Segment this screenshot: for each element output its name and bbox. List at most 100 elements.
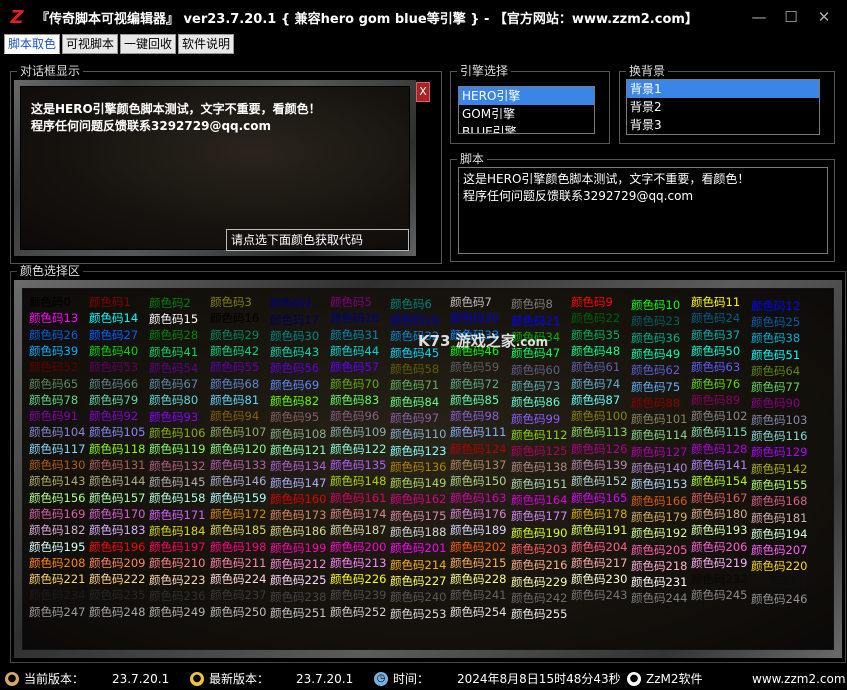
color-code-item[interactable]: 颜色码45	[390, 346, 439, 360]
color-code-item[interactable]: 颜色码148	[330, 474, 386, 488]
color-code-item[interactable]: 颜色码197	[149, 540, 205, 554]
color-code-item[interactable]: 颜色码1	[89, 295, 131, 309]
color-code-item[interactable]: 颜色码145	[149, 475, 205, 489]
color-code-item[interactable]: 颜色码102	[691, 409, 747, 423]
color-code-item[interactable]: 颜色码113	[571, 425, 627, 439]
color-code-item[interactable]: 颜色码20	[450, 311, 499, 325]
maximize-button[interactable]: ☐	[776, 6, 806, 28]
color-code-item[interactable]: 颜色码18	[330, 311, 379, 325]
engine-listbox[interactable]: HERO引擎 GOM引擎 BLUE引擎	[458, 86, 595, 134]
color-code-item[interactable]: 颜色码195	[29, 540, 85, 554]
color-code-item[interactable]: 颜色码24	[691, 311, 740, 325]
color-code-item[interactable]: 颜色码25	[751, 315, 800, 329]
color-code-item[interactable]: 颜色码207	[751, 543, 807, 557]
color-code-item[interactable]: 颜色码222	[89, 572, 145, 586]
color-code-item[interactable]: 颜色码70	[330, 377, 379, 391]
color-code-item[interactable]: 颜色码132	[149, 459, 205, 473]
color-code-item[interactable]: 颜色码97	[390, 411, 439, 425]
color-code-item[interactable]: 颜色码71	[390, 378, 439, 392]
color-code-item[interactable]: 颜色码187	[330, 523, 386, 537]
color-code-item[interactable]: 颜色码83	[330, 393, 379, 407]
color-code-item[interactable]: 颜色码37	[691, 328, 740, 342]
color-code-item[interactable]: 颜色码168	[751, 494, 807, 508]
color-code-item[interactable]: 颜色码80	[149, 393, 198, 407]
color-code-item[interactable]: 颜色码3	[210, 295, 252, 309]
color-code-item[interactable]: 颜色码245	[691, 588, 747, 602]
color-code-item[interactable]: 颜色码78	[29, 393, 78, 407]
color-code-item[interactable]: 颜色码215	[450, 556, 506, 570]
color-code-item[interactable]: 颜色码61	[571, 360, 620, 374]
color-code-item[interactable]: 颜色码189	[450, 523, 506, 537]
color-code-item[interactable]: 颜色码101	[631, 412, 687, 426]
color-code-item[interactable]: 颜色码68	[210, 377, 259, 391]
color-code-item[interactable]: 颜色码253	[390, 607, 446, 621]
color-code-item[interactable]: 颜色码87	[571, 393, 620, 407]
color-code-item[interactable]: 颜色码127	[631, 445, 687, 459]
color-code-item[interactable]: 颜色码36	[631, 331, 680, 345]
color-code-item[interactable]: 颜色码175	[390, 509, 446, 523]
color-code-item[interactable]: 颜色码235	[89, 588, 145, 602]
color-code-item[interactable]: 颜色码2	[149, 296, 191, 310]
color-code-item[interactable]: 颜色码81	[210, 393, 259, 407]
color-code-item[interactable]: 颜色码76	[691, 377, 740, 391]
color-code-item[interactable]: 颜色码75	[631, 380, 680, 394]
color-code-item[interactable]: 颜色码186	[270, 524, 326, 538]
color-code-item[interactable]: 颜色码21	[511, 314, 560, 328]
color-code-item[interactable]: 颜色码112	[511, 428, 567, 442]
color-code-item[interactable]: 颜色码247	[29, 605, 85, 619]
website-label[interactable]: www.zzm2.com	[752, 672, 846, 686]
color-code-item[interactable]: 颜色码147	[270, 476, 326, 490]
color-code-item[interactable]: 颜色码119	[149, 442, 205, 456]
color-code-item[interactable]: 颜色码120	[210, 442, 266, 456]
color-code-item[interactable]: 颜色码46	[450, 344, 499, 358]
color-code-item[interactable]: 颜色码65	[29, 377, 78, 391]
color-code-item[interactable]: 颜色码134	[270, 459, 326, 473]
color-code-item[interactable]: 颜色码161	[330, 491, 386, 505]
color-code-item[interactable]: 颜色码53	[89, 360, 138, 374]
color-code-item[interactable]: 颜色码128	[691, 442, 747, 456]
color-code-item[interactable]: 颜色码86	[511, 395, 560, 409]
color-code-item[interactable]: 颜色码107	[210, 425, 266, 439]
color-code-item[interactable]: 颜色码173	[270, 508, 326, 522]
tab-recycle[interactable]: 一键回收	[120, 34, 177, 54]
color-code-item[interactable]: 颜色码85	[450, 393, 499, 407]
color-code-item[interactable]: 颜色码130	[29, 458, 85, 472]
color-code-item[interactable]: 颜色码165	[571, 491, 627, 505]
color-code-item[interactable]: 颜色码248	[89, 605, 145, 619]
color-code-item[interactable]: 颜色码58	[390, 362, 439, 376]
color-code-item[interactable]: 颜色码240	[390, 590, 446, 604]
color-code-item[interactable]: 颜色码54	[149, 361, 198, 375]
color-code-item[interactable]: 颜色码39	[29, 344, 78, 358]
color-code-item[interactable]: 颜色码116	[751, 429, 807, 443]
color-code-item[interactable]: 颜色码40	[89, 344, 138, 358]
color-code-item[interactable]: 颜色码157	[89, 491, 145, 505]
color-code-item[interactable]: 颜色码167	[691, 491, 747, 505]
color-code-item[interactable]: 颜色码30	[270, 329, 319, 343]
color-code-item[interactable]: 颜色码110	[390, 427, 446, 441]
color-code-item[interactable]: 颜色码219	[691, 556, 747, 570]
color-code-item[interactable]: 颜色码163	[450, 491, 506, 505]
color-code-item[interactable]: 颜色码100	[571, 409, 627, 423]
color-code-item[interactable]: 颜色码90	[751, 396, 800, 410]
color-code-item[interactable]: 颜色码226	[330, 572, 386, 586]
color-code-item[interactable]: 颜色码60	[511, 363, 560, 377]
color-code-item[interactable]: 颜色码123	[390, 444, 446, 458]
color-code-item[interactable]: 颜色码44	[330, 344, 379, 358]
color-code-item[interactable]: 颜色码196	[89, 540, 145, 554]
color-code-item[interactable]: 颜色码230	[571, 572, 627, 586]
engine-option-gom[interactable]: GOM引擎	[459, 105, 594, 123]
background-option-1[interactable]: 背景1	[627, 80, 819, 98]
tab-visual-script[interactable]: 可视脚本	[62, 34, 119, 54]
color-code-item[interactable]: 颜色码183	[89, 523, 145, 537]
color-code-item[interactable]: 颜色码139	[571, 458, 627, 472]
color-code-item[interactable]: 颜色码182	[29, 523, 85, 537]
color-code-item[interactable]: 颜色码199	[270, 541, 326, 555]
color-code-item[interactable]: 颜色码118	[89, 442, 145, 456]
color-code-item[interactable]: 颜色码88	[631, 396, 680, 410]
color-code-item[interactable]: 颜色码160	[270, 492, 326, 506]
color-code-item[interactable]: 颜色码22	[571, 311, 620, 325]
color-code-item[interactable]: 颜色码43	[270, 345, 319, 359]
color-code-item[interactable]: 颜色码181	[751, 511, 807, 525]
color-code-item[interactable]: 颜色码48	[571, 344, 620, 358]
color-code-item[interactable]: 颜色码158	[149, 491, 205, 505]
